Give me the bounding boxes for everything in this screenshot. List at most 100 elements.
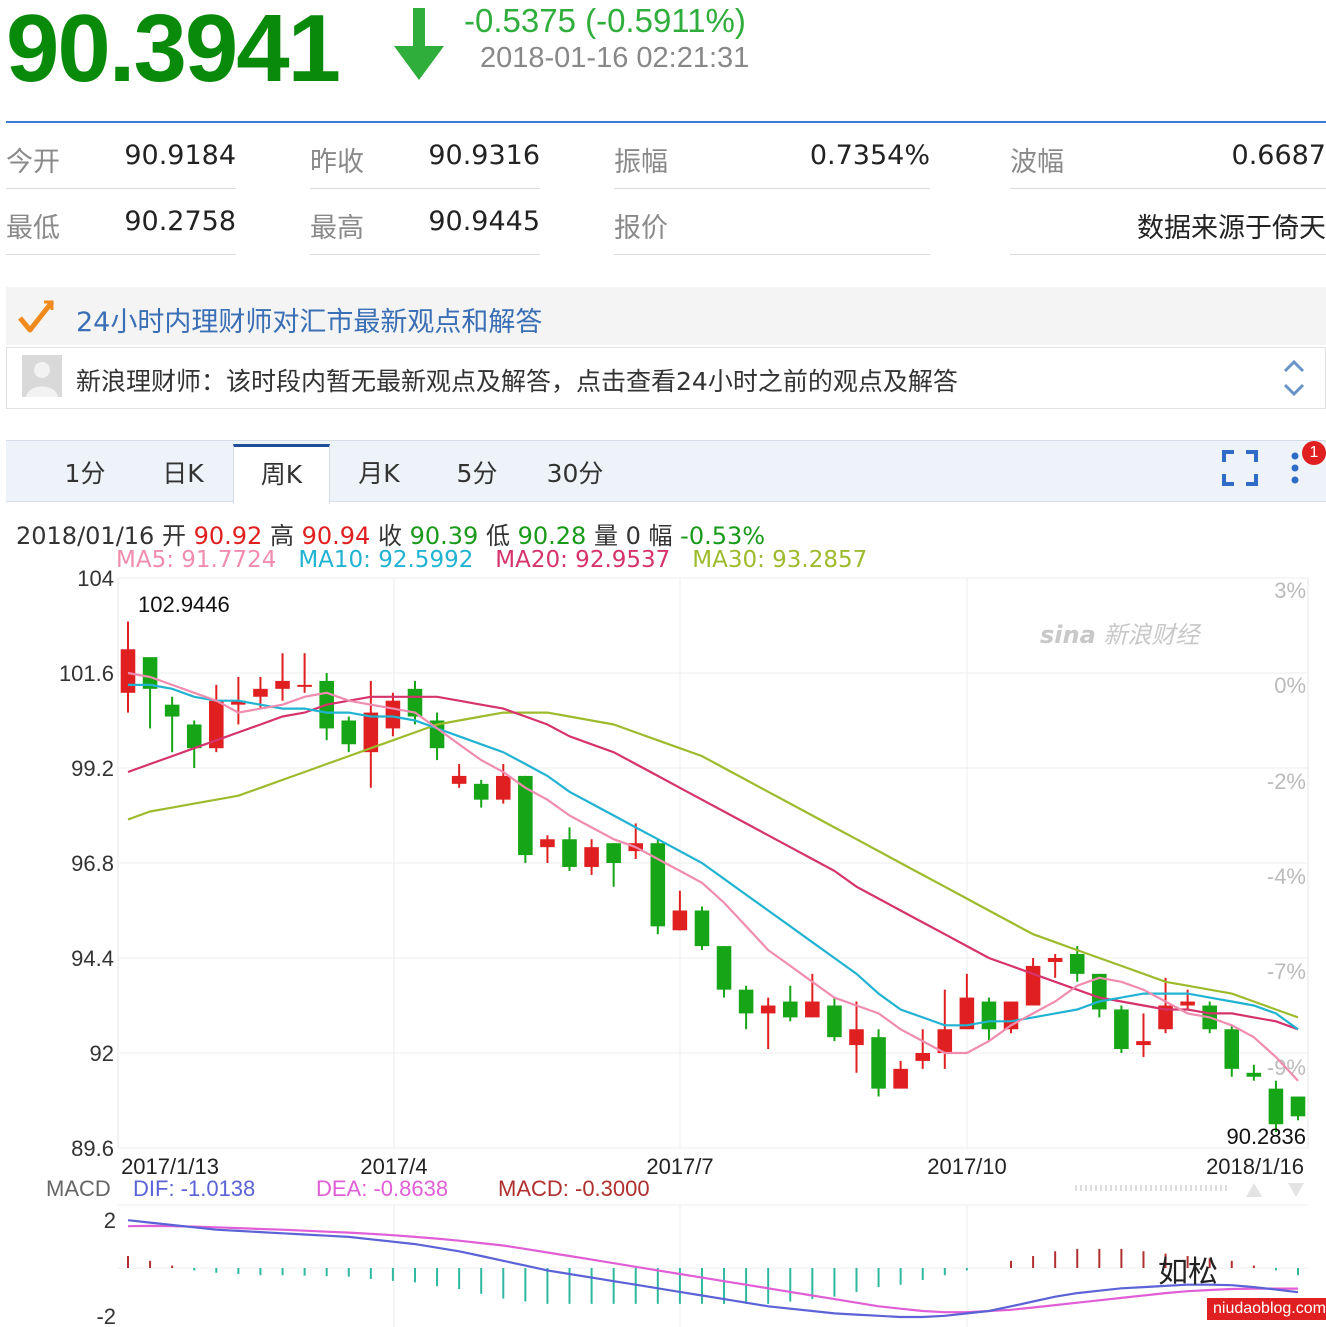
chevron-up-icon[interactable] bbox=[1283, 358, 1305, 374]
candle-down bbox=[694, 910, 710, 947]
candle-down bbox=[1268, 1088, 1284, 1125]
candle-up bbox=[1136, 1041, 1151, 1046]
stat-divider bbox=[614, 254, 930, 255]
quote-time: 2018-01-16 02:21:31 bbox=[480, 42, 750, 74]
pct-tick-label: 3% bbox=[1274, 578, 1306, 603]
candle-down bbox=[738, 989, 754, 1014]
pct-tick-label: -4% bbox=[1267, 864, 1306, 889]
candle-down bbox=[186, 724, 202, 749]
stat-value-range: 0.6687 bbox=[1231, 140, 1326, 171]
more-vertical-icon[interactable] bbox=[1288, 450, 1302, 486]
macd-tick-label: -2 bbox=[96, 1304, 116, 1327]
stat-label-range: 波幅 bbox=[1010, 147, 1064, 178]
tab-weekly-k[interactable]: 周K bbox=[233, 444, 330, 504]
candle-up bbox=[451, 775, 467, 784]
info-close-label: 收 bbox=[377, 522, 402, 550]
y-tick-label: 101.6 bbox=[59, 661, 114, 686]
candle-down bbox=[164, 704, 180, 717]
info-amp-label: 幅 bbox=[648, 522, 673, 550]
candle-up bbox=[915, 1053, 931, 1061]
candle-up bbox=[805, 1001, 820, 1018]
header-divider bbox=[6, 121, 1326, 123]
advisor-title-link[interactable]: 24小时内理财师对汇市最新观点和解答 bbox=[76, 300, 542, 339]
stat-divider bbox=[6, 188, 236, 189]
candle-down bbox=[716, 946, 732, 990]
candle-up bbox=[584, 847, 599, 867]
candle-up bbox=[253, 688, 268, 697]
sina-watermark: sina 新浪财经 bbox=[1040, 621, 1200, 649]
chevron-down-icon[interactable] bbox=[1283, 382, 1305, 398]
candle-up bbox=[1047, 958, 1063, 962]
trend-check-icon bbox=[18, 300, 54, 333]
down-arrow-icon bbox=[394, 8, 444, 80]
x-tick-label: 2017/10 bbox=[927, 1154, 1007, 1179]
info-date: 2018/01/16 bbox=[16, 522, 155, 550]
candle-down bbox=[1114, 1009, 1129, 1050]
advisor-message[interactable]: 新浪理财师：该时段内暂无最新观点及解答，点击查看24小时之前的观点及解答 bbox=[76, 362, 958, 398]
stat-value-high: 90.9445 bbox=[428, 206, 540, 237]
info-amp: -0.53% bbox=[680, 522, 766, 550]
tab-1min[interactable]: 1分 bbox=[40, 446, 130, 500]
candle-down bbox=[1290, 1096, 1306, 1117]
candle-down bbox=[871, 1037, 886, 1089]
candle-up bbox=[385, 700, 401, 729]
info-open-label: 开 bbox=[161, 522, 186, 550]
info-low-label: 低 bbox=[485, 522, 510, 550]
candle-down bbox=[341, 720, 357, 745]
candle-down bbox=[1069, 954, 1085, 974]
candle-down bbox=[473, 783, 489, 800]
y-tick-label: 94.4 bbox=[71, 946, 114, 971]
info-vol: 0 bbox=[625, 522, 641, 550]
stat-label-low: 最低 bbox=[6, 213, 60, 244]
ma30-line bbox=[127, 711, 1299, 1019]
stat-divider bbox=[6, 254, 236, 255]
candle-down bbox=[827, 1005, 842, 1038]
y-tick-label: 96.8 bbox=[71, 851, 114, 876]
candle-up bbox=[849, 1029, 864, 1046]
stat-divider bbox=[310, 254, 540, 255]
candle-down bbox=[606, 843, 621, 863]
stat-value-low: 90.2758 bbox=[124, 206, 236, 237]
stat-value-open: 90.9184 bbox=[124, 140, 236, 171]
avatar bbox=[22, 355, 62, 397]
stat-value-prev-close: 90.9316 bbox=[428, 140, 540, 171]
candle-down bbox=[782, 1001, 798, 1018]
stat-label-quote: 报价 bbox=[614, 213, 668, 244]
candle-down bbox=[1246, 1072, 1262, 1077]
ma10-line bbox=[128, 683, 1299, 1031]
macd-dea-line bbox=[127, 1224, 1298, 1314]
candle-down bbox=[562, 839, 577, 867]
kline-chart[interactable]: 104 101.6 99.2 96.8 94.4 92 89.6 3% 0% -2% -4% -7% -… bbox=[0, 570, 1326, 1327]
tab-5min[interactable]: 5分 bbox=[432, 446, 522, 500]
stat-divider bbox=[1010, 254, 1326, 255]
candle-up bbox=[760, 1005, 776, 1014]
info-high-label: 高 bbox=[269, 522, 294, 550]
data-source: 数据来源于倚天 bbox=[1137, 213, 1326, 244]
tab-monthly-k[interactable]: 月K bbox=[334, 446, 424, 500]
stat-divider bbox=[614, 188, 930, 189]
price-change: -0.5375 (-0.5911%) bbox=[464, 2, 746, 39]
max-price-label: 102.9446 bbox=[138, 592, 230, 617]
macd-value-label: MACD: -0.3000 bbox=[498, 1176, 650, 1201]
user-placeholder-icon bbox=[22, 355, 62, 397]
tab-daily-k[interactable]: 日K bbox=[138, 446, 228, 500]
stat-label-amplitude: 振幅 bbox=[614, 147, 668, 178]
stat-label-open: 今开 bbox=[6, 147, 60, 178]
stat-divider bbox=[1010, 188, 1326, 189]
candle-up bbox=[672, 910, 688, 931]
macd-dea-label: DEA: -0.8638 bbox=[316, 1176, 448, 1201]
pct-tick-label: -2% bbox=[1267, 769, 1306, 794]
pct-tick-label: -7% bbox=[1267, 959, 1306, 984]
stat-divider bbox=[310, 188, 540, 189]
info-close: 90.39 bbox=[409, 522, 479, 550]
macd-name: MACD bbox=[46, 1176, 111, 1201]
stat-label-prev-close: 昨收 bbox=[310, 147, 364, 178]
y-tick-label: 92 bbox=[90, 1041, 114, 1066]
tab-30min[interactable]: 30分 bbox=[530, 446, 620, 500]
candle-up bbox=[893, 1068, 908, 1089]
y-tick-label: 104 bbox=[77, 570, 114, 591]
notification-badge: 1 bbox=[1302, 441, 1326, 465]
fullscreen-icon[interactable] bbox=[1222, 450, 1258, 486]
stat-value-amplitude: 0.7354% bbox=[809, 140, 930, 171]
candle-info: 2018/01/16 开 90.92 高 90.94 收 90.39 低 90.… bbox=[16, 516, 765, 551]
